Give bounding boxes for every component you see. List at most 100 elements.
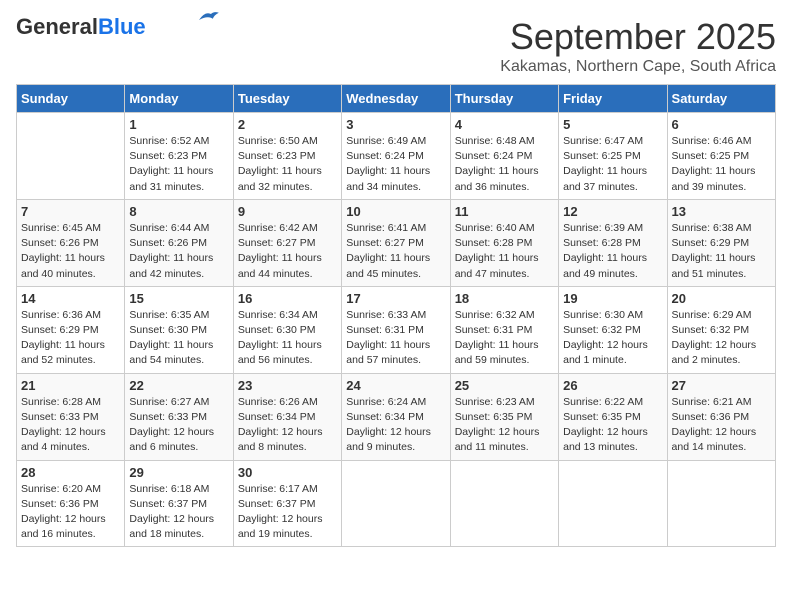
- calendar-week-row: 1 Sunrise: 6:52 AMSunset: 6:23 PMDaylight…: [17, 113, 776, 200]
- weekday-header: Friday: [559, 85, 667, 113]
- calendar-cell: 9 Sunrise: 6:42 AMSunset: 6:27 PMDaylight…: [233, 199, 341, 286]
- calendar-cell: 25 Sunrise: 6:23 AMSunset: 6:35 PMDayligh…: [450, 373, 558, 460]
- day-number: 10: [346, 204, 445, 219]
- calendar-cell: 7 Sunrise: 6:45 AMSunset: 6:26 PMDaylight…: [17, 199, 125, 286]
- day-number: 26: [563, 378, 662, 393]
- cell-daylight-info: Sunrise: 6:18 AMSunset: 6:37 PMDaylight:…: [129, 482, 228, 543]
- weekday-header: Wednesday: [342, 85, 450, 113]
- cell-daylight-info: Sunrise: 6:30 AMSunset: 6:32 PMDaylight:…: [563, 308, 662, 369]
- page-header: GeneralBlue September 2025 Kakamas, Nort…: [16, 16, 776, 76]
- month-title: September 2025: [500, 16, 776, 58]
- day-number: 18: [455, 291, 554, 306]
- calendar-cell: 8Sunrise: 6:44 AMSunset: 6:26 PMDaylight…: [125, 199, 233, 286]
- title-block: September 2025 Kakamas, Northern Cape, S…: [500, 16, 776, 76]
- cell-daylight-info: Sunrise: 6:26 AMSunset: 6:34 PMDaylight:…: [238, 395, 337, 456]
- cell-daylight-info: Sunrise: 6:17 AMSunset: 6:37 PMDaylight:…: [238, 482, 337, 543]
- day-number: 2: [238, 117, 337, 132]
- day-number: 30: [238, 465, 337, 480]
- weekday-header: Saturday: [667, 85, 775, 113]
- day-number: 25: [455, 378, 554, 393]
- day-number: 1: [129, 117, 228, 132]
- day-number: 24: [346, 378, 445, 393]
- calendar-week-row: 7 Sunrise: 6:45 AMSunset: 6:26 PMDaylight…: [17, 199, 776, 286]
- cell-daylight-info: Sunrise: 6:46 AMSunset: 6:25 PMDaylight:…: [672, 134, 771, 195]
- day-number: 27: [672, 378, 771, 393]
- day-number: 28: [21, 465, 120, 480]
- day-number: 23: [238, 378, 337, 393]
- calendar-cell: 2 Sunrise: 6:50 AMSunset: 6:23 PMDaylight…: [233, 113, 341, 200]
- calendar-cell: [667, 460, 775, 547]
- day-number: 3: [346, 117, 445, 132]
- cell-daylight-info: Sunrise: 6:35 AMSunset: 6:30 PMDaylight:…: [129, 308, 228, 369]
- logo-bird-icon: [196, 8, 220, 26]
- calendar-cell: 14 Sunrise: 6:36 AMSunset: 6:29 PMDayligh…: [17, 286, 125, 373]
- day-number: 4: [455, 117, 554, 132]
- day-number: 7: [21, 204, 120, 219]
- day-number: 14: [21, 291, 120, 306]
- calendar-header-row: SundayMondayTuesdayWednesdayThursdayFrid…: [17, 85, 776, 113]
- calendar-cell: 16 Sunrise: 6:34 AMSunset: 6:30 PMDayligh…: [233, 286, 341, 373]
- cell-daylight-info: Sunrise: 6:34 AMSunset: 6:30 PMDaylight:…: [238, 308, 337, 369]
- cell-daylight-info: Sunrise: 6:23 AMSunset: 6:35 PMDaylight:…: [455, 395, 554, 456]
- cell-daylight-info: Sunrise: 6:52 AMSunset: 6:23 PMDaylight:…: [129, 134, 228, 195]
- day-number: 5: [563, 117, 662, 132]
- cell-daylight-info: Sunrise: 6:33 AMSunset: 6:31 PMDaylight:…: [346, 308, 445, 369]
- cell-daylight-info: Sunrise: 6:41 AMSunset: 6:27 PMDaylight:…: [346, 221, 445, 282]
- day-number: 15: [129, 291, 228, 306]
- calendar-cell: 30 Sunrise: 6:17 AMSunset: 6:37 PMDayligh…: [233, 460, 341, 547]
- calendar-cell: 18 Sunrise: 6:32 AMSunset: 6:31 PMDayligh…: [450, 286, 558, 373]
- cell-daylight-info: Sunrise: 6:42 AMSunset: 6:27 PMDaylight:…: [238, 221, 337, 282]
- cell-daylight-info: Sunrise: 6:27 AMSunset: 6:33 PMDaylight:…: [129, 395, 228, 456]
- cell-daylight-info: Sunrise: 6:39 AMSunset: 6:28 PMDaylight:…: [563, 221, 662, 282]
- calendar-cell: 17 Sunrise: 6:33 AMSunset: 6:31 PMDayligh…: [342, 286, 450, 373]
- calendar-cell: 10 Sunrise: 6:41 AMSunset: 6:27 PMDayligh…: [342, 199, 450, 286]
- day-number: 22: [129, 378, 228, 393]
- calendar-cell: 24 Sunrise: 6:24 AMSunset: 6:34 PMDayligh…: [342, 373, 450, 460]
- logo-text: GeneralBlue: [16, 16, 146, 38]
- location-subtitle: Kakamas, Northern Cape, South Africa: [500, 58, 776, 76]
- calendar-cell: [450, 460, 558, 547]
- calendar-cell: 20Sunrise: 6:29 AMSunset: 6:32 PMDayligh…: [667, 286, 775, 373]
- calendar-cell: 5 Sunrise: 6:47 AMSunset: 6:25 PMDaylight…: [559, 113, 667, 200]
- cell-daylight-info: Sunrise: 6:40 AMSunset: 6:28 PMDaylight:…: [455, 221, 554, 282]
- day-number: 17: [346, 291, 445, 306]
- day-number: 6: [672, 117, 771, 132]
- cell-daylight-info: Sunrise: 6:48 AMSunset: 6:24 PMDaylight:…: [455, 134, 554, 195]
- calendar-cell: 6 Sunrise: 6:46 AMSunset: 6:25 PMDaylight…: [667, 113, 775, 200]
- cell-daylight-info: Sunrise: 6:24 AMSunset: 6:34 PMDaylight:…: [346, 395, 445, 456]
- calendar-cell: 15 Sunrise: 6:35 AMSunset: 6:30 PMDayligh…: [125, 286, 233, 373]
- weekday-header: Sunday: [17, 85, 125, 113]
- calendar-cell: 27Sunrise: 6:21 AMSunset: 6:36 PMDayligh…: [667, 373, 775, 460]
- cell-daylight-info: Sunrise: 6:49 AMSunset: 6:24 PMDaylight:…: [346, 134, 445, 195]
- cell-daylight-info: Sunrise: 6:36 AMSunset: 6:29 PMDaylight:…: [21, 308, 120, 369]
- day-number: 12: [563, 204, 662, 219]
- day-number: 9: [238, 204, 337, 219]
- calendar-cell: 19 Sunrise: 6:30 AMSunset: 6:32 PMDayligh…: [559, 286, 667, 373]
- calendar-cell: 1 Sunrise: 6:52 AMSunset: 6:23 PMDaylight…: [125, 113, 233, 200]
- weekday-header: Thursday: [450, 85, 558, 113]
- calendar-table: SundayMondayTuesdayWednesdayThursdayFrid…: [16, 84, 776, 547]
- weekday-header: Tuesday: [233, 85, 341, 113]
- cell-daylight-info: Sunrise: 6:45 AMSunset: 6:26 PMDaylight:…: [21, 221, 120, 282]
- calendar-cell: 12 Sunrise: 6:39 AMSunset: 6:28 PMDayligh…: [559, 199, 667, 286]
- day-number: 19: [563, 291, 662, 306]
- cell-daylight-info: Sunrise: 6:47 AMSunset: 6:25 PMDaylight:…: [563, 134, 662, 195]
- day-number: 11: [455, 204, 554, 219]
- cell-daylight-info: Sunrise: 6:22 AMSunset: 6:35 PMDaylight:…: [563, 395, 662, 456]
- calendar-week-row: 21 Sunrise: 6:28 AMSunset: 6:33 PMDayligh…: [17, 373, 776, 460]
- calendar-week-row: 14 Sunrise: 6:36 AMSunset: 6:29 PMDayligh…: [17, 286, 776, 373]
- day-number: 16: [238, 291, 337, 306]
- day-number: 21: [21, 378, 120, 393]
- logo: GeneralBlue: [16, 16, 220, 38]
- cell-daylight-info: Sunrise: 6:28 AMSunset: 6:33 PMDaylight:…: [21, 395, 120, 456]
- calendar-cell: 28 Sunrise: 6:20 AMSunset: 6:36 PMDayligh…: [17, 460, 125, 547]
- cell-daylight-info: Sunrise: 6:20 AMSunset: 6:36 PMDaylight:…: [21, 482, 120, 543]
- cell-daylight-info: Sunrise: 6:50 AMSunset: 6:23 PMDaylight:…: [238, 134, 337, 195]
- calendar-cell: [559, 460, 667, 547]
- calendar-cell: 3 Sunrise: 6:49 AMSunset: 6:24 PMDaylight…: [342, 113, 450, 200]
- calendar-week-row: 28 Sunrise: 6:20 AMSunset: 6:36 PMDayligh…: [17, 460, 776, 547]
- calendar-cell: 4 Sunrise: 6:48 AMSunset: 6:24 PMDaylight…: [450, 113, 558, 200]
- cell-daylight-info: Sunrise: 6:29 AMSunset: 6:32 PMDaylight:…: [672, 308, 771, 369]
- cell-daylight-info: Sunrise: 6:32 AMSunset: 6:31 PMDaylight:…: [455, 308, 554, 369]
- cell-daylight-info: Sunrise: 6:44 AMSunset: 6:26 PMDaylight:…: [129, 221, 228, 282]
